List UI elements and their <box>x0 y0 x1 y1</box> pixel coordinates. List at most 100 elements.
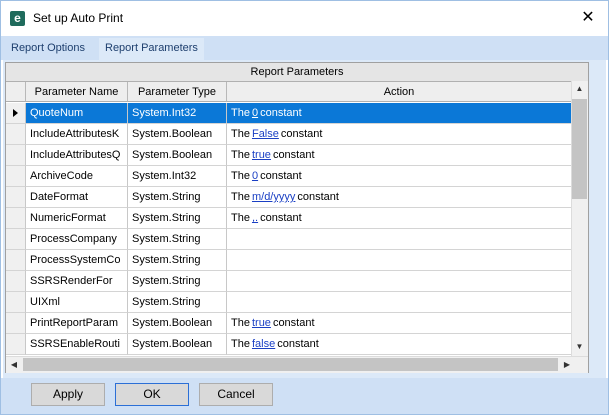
row-selector[interactable] <box>6 145 26 166</box>
parameter-name-cell[interactable]: DateFormat <box>26 187 128 208</box>
table-row[interactable]: IncludeAttributesQ System.Boolean The true c… <box>6 145 572 166</box>
action-cell[interactable]: The true constant <box>227 145 572 166</box>
row-selector[interactable] <box>6 292 26 313</box>
action-cell[interactable]: The False constant <box>227 124 572 145</box>
parameter-type-cell[interactable]: System.String <box>128 187 227 208</box>
parameter-name-cell[interactable]: NumericFormat <box>26 208 128 229</box>
row-selector[interactable] <box>6 271 26 292</box>
row-selector[interactable] <box>6 166 26 187</box>
constant-value-link[interactable]: m/d/yyyy <box>252 191 295 203</box>
row-selector[interactable] <box>6 334 26 355</box>
action-cell[interactable] <box>227 292 572 313</box>
parameter-name-cell[interactable]: PrintReportParam <box>26 313 128 334</box>
action-cell[interactable]: The true constant <box>227 313 572 334</box>
table-row[interactable]: NumericFormat System.String The,. constant <box>6 208 572 229</box>
row-selector[interactable] <box>6 124 26 145</box>
scroll-right-icon[interactable]: ▶ <box>561 360 573 372</box>
action-cell[interactable]: The,. constant <box>227 208 572 229</box>
parameter-type-cell[interactable]: System.String <box>128 229 227 250</box>
grid-caption: Report Parameters <box>6 63 588 82</box>
constant-value-link[interactable]: 0 <box>252 170 258 182</box>
table-row[interactable]: ProcessCompany System.String <box>6 229 572 250</box>
action-text-suffix: constant <box>272 149 315 161</box>
app-logo-icon: e <box>10 11 25 26</box>
action-text-prefix: The <box>231 107 250 119</box>
parameter-name-cell[interactable]: IncludeAttributesQ <box>26 145 128 166</box>
tab-report-parameters[interactable]: Report Parameters <box>99 38 204 60</box>
row-selector[interactable] <box>6 250 26 271</box>
scroll-left-icon[interactable]: ◀ <box>8 360 20 372</box>
row-selector[interactable] <box>6 229 26 250</box>
scroll-down-icon[interactable]: ▼ <box>572 342 587 354</box>
parameter-type-cell[interactable]: System.Boolean <box>128 334 227 355</box>
parameter-type-cell[interactable]: System.Int32 <box>128 103 227 124</box>
constant-value-link[interactable]: true <box>252 149 271 161</box>
parameter-type-cell[interactable]: System.Int32 <box>128 166 227 187</box>
action-text-prefix: The <box>231 149 250 161</box>
parameter-type-cell[interactable]: System.String <box>128 271 227 292</box>
action-text-prefix: The <box>231 128 250 140</box>
parameter-type-cell[interactable]: System.Boolean <box>128 145 227 166</box>
constant-value-link[interactable]: ,. <box>252 212 258 224</box>
table-row[interactable]: ProcessSystemCo System.String <box>6 250 572 271</box>
row-selector[interactable] <box>6 187 26 208</box>
parameter-type-cell[interactable]: System.Boolean <box>128 313 227 334</box>
scroll-up-icon[interactable]: ▲ <box>572 84 587 96</box>
constant-value-link[interactable]: False <box>252 128 279 140</box>
action-cell[interactable]: The 0 constant <box>227 166 572 187</box>
action-text-prefix: The <box>231 338 250 350</box>
constant-value-link[interactable]: 0 <box>252 107 258 119</box>
report-parameters-grid: Report Parameters Parameter Name Paramet… <box>5 62 589 373</box>
table-row[interactable]: IncludeAttributesK System.Boolean The False… <box>6 124 572 145</box>
row-selector[interactable] <box>6 208 26 229</box>
action-text-suffix: constant <box>260 170 302 182</box>
column-header-parameter-name[interactable]: Parameter Name <box>26 82 128 102</box>
column-header-action[interactable]: Action <box>227 82 572 102</box>
parameter-name-cell[interactable]: SSRSRenderFor <box>26 271 128 292</box>
action-text-prefix: The <box>231 170 250 182</box>
parameter-name-cell[interactable]: QuoteNum <box>26 103 128 124</box>
parameter-name-cell[interactable]: ProcessCompany <box>26 229 128 250</box>
constant-value-link[interactable]: true <box>252 317 271 329</box>
action-text-suffix: constant <box>260 107 302 119</box>
parameter-name-cell[interactable]: UIXml <box>26 292 128 313</box>
row-selector[interactable] <box>6 103 26 124</box>
parameter-name-cell[interactable]: ProcessSystemCo <box>26 250 128 271</box>
parameter-type-cell[interactable]: System.Boolean <box>128 124 227 145</box>
tab-report-options[interactable]: Report Options <box>5 38 91 60</box>
column-header-parameter-type[interactable]: Parameter Type <box>128 82 227 102</box>
parameter-name-cell[interactable]: ArchiveCode <box>26 166 128 187</box>
action-cell[interactable]: The m/d/yyyy constant <box>227 187 572 208</box>
ok-button[interactable]: OK <box>115 383 189 406</box>
parameter-name-cell[interactable]: SSRSEnableRouti <box>26 334 128 355</box>
horizontal-scroll-thumb[interactable] <box>23 358 558 371</box>
table-row[interactable]: ArchiveCode System.Int32 The 0 constant <box>6 166 572 187</box>
action-cell[interactable] <box>227 229 572 250</box>
row-pointer-icon <box>13 109 18 118</box>
table-row[interactable]: SSRSEnableRouti System.Boolean The false con… <box>6 334 572 355</box>
parameter-type-cell[interactable]: System.String <box>128 292 227 313</box>
table-row[interactable]: DateFormat System.String The m/d/yyyy consta… <box>6 187 572 208</box>
close-icon[interactable]: ✕ <box>577 7 599 29</box>
cancel-button[interactable]: Cancel <box>199 383 273 406</box>
action-text-suffix: constant <box>280 128 323 140</box>
action-cell[interactable]: The false constant <box>227 334 572 355</box>
action-text-suffix: constant <box>260 212 302 224</box>
table-row[interactable]: PrintReportParam System.Boolean The true con… <box>6 313 572 334</box>
parameter-type-cell[interactable]: System.String <box>128 250 227 271</box>
table-row[interactable]: UIXml System.String <box>6 292 572 313</box>
table-row[interactable]: QuoteNum System.Int32 The 0 constant <box>6 103 572 124</box>
action-cell[interactable] <box>227 250 572 271</box>
title-bar: e Set up Auto Print ✕ <box>1 1 608 35</box>
table-row[interactable]: SSRSRenderFor System.String <box>6 271 572 292</box>
row-selector[interactable] <box>6 313 26 334</box>
vertical-scroll-thumb[interactable] <box>572 99 587 199</box>
action-cell[interactable]: The 0 constant <box>227 103 572 124</box>
parameter-name-cell[interactable]: IncludeAttributesK <box>26 124 128 145</box>
action-cell[interactable] <box>227 271 572 292</box>
dialog-window: e Set up Auto Print ✕ Report Options Rep… <box>0 0 609 415</box>
constant-value-link[interactable]: false <box>252 338 275 350</box>
action-text-prefix: The <box>231 191 250 203</box>
parameter-type-cell[interactable]: System.String <box>128 208 227 229</box>
apply-button[interactable]: Apply <box>31 383 105 406</box>
